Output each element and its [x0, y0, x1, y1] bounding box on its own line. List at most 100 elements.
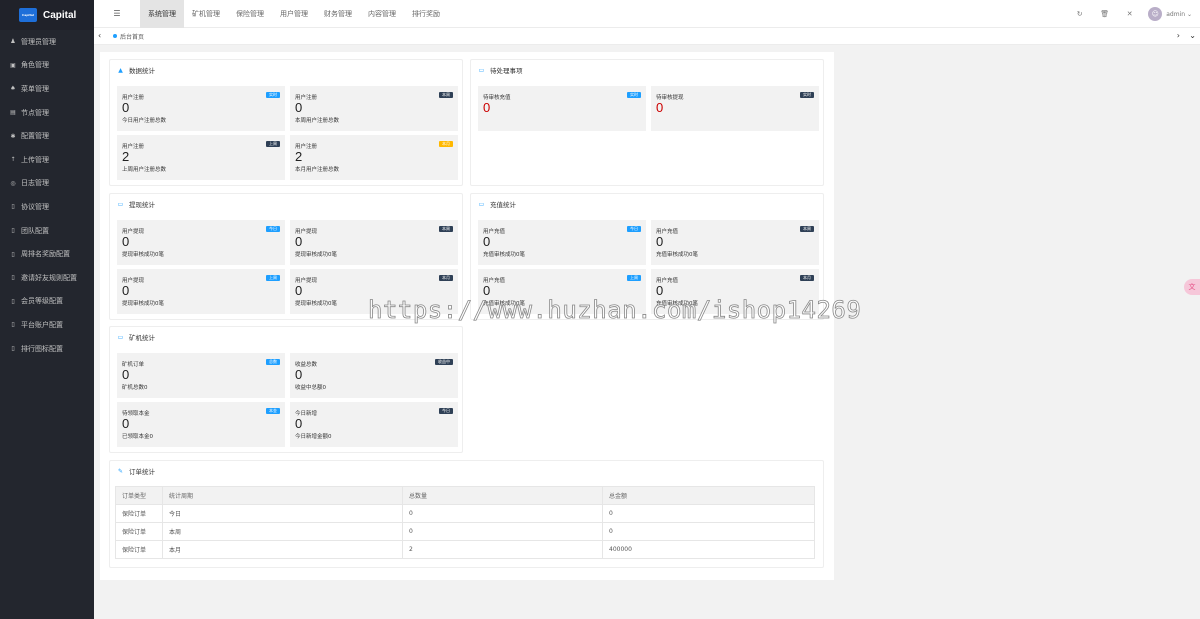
- stat-card: 用户提现 今日 0 提现审核成功0笔: [117, 220, 285, 265]
- chevron-down-icon[interactable]: ⌄: [1189, 31, 1196, 40]
- nav-tab[interactable]: 财务管理: [316, 0, 360, 28]
- stat-value: 0: [122, 234, 130, 249]
- status-badge: 本周: [800, 226, 814, 232]
- top-nav-tabs: 系统管理 矿机管理 保险管理 用户管理 财务管理 内容管理 排行奖励: [140, 0, 448, 28]
- table-cell: 0: [402, 522, 603, 541]
- stat-subtitle: 收益中总额0: [295, 385, 326, 391]
- status-badge: 今日: [627, 226, 641, 232]
- sidebar-item-label: 菜单管理: [21, 84, 49, 93]
- stat-value: 0: [656, 234, 664, 249]
- sidebar-item[interactable]: ◎ 日志管理: [0, 172, 94, 196]
- rank-image-icon: ▯: [11, 345, 15, 353]
- panel-header: ▭ 待处理事项: [471, 60, 823, 80]
- stat-value: 0: [122, 100, 130, 115]
- invite-icon: ▯: [11, 274, 15, 282]
- nav-tab[interactable]: 系统管理: [140, 0, 184, 28]
- stat-subtitle: 上周用户注册总数: [122, 167, 167, 173]
- status-badge: 总数: [266, 359, 280, 365]
- tab-home[interactable]: 后台首页: [113, 28, 144, 44]
- stat-value: 0: [295, 283, 303, 298]
- top-navigation: ☰ 系统管理 矿机管理 保险管理 用户管理 财务管理 内容管理 排行奖励 ↻ 🗑 ✕ ☺ adm…: [94, 0, 1200, 28]
- nav-tab[interactable]: 保险管理: [228, 0, 272, 28]
- table-cell: 0: [602, 504, 815, 523]
- sidebar-item-label: 配置管理: [21, 132, 49, 141]
- sidebar-item[interactable]: ▯ 协议管理: [0, 195, 94, 219]
- stat-card: 矿机订单 总数 0 矿机总数0: [117, 353, 285, 398]
- panel-title: 矿机统计: [129, 334, 155, 342]
- chevron-right-icon[interactable]: ›: [1177, 31, 1180, 40]
- card-icon: ▭: [117, 200, 124, 208]
- panel-title: 数据统计: [129, 67, 155, 75]
- team-icon: ▯: [11, 227, 15, 235]
- trash-icon[interactable]: 🗑: [1092, 10, 1117, 18]
- tab-home-label: 后台首页: [120, 33, 145, 41]
- status-badge: 实时: [800, 92, 814, 98]
- chevron-left-icon[interactable]: ‹: [98, 31, 101, 40]
- status-badge: 本月: [439, 141, 453, 147]
- doc-icon: ▯: [11, 203, 15, 211]
- sidebar-item[interactable]: ♟ 管理员管理: [0, 30, 94, 54]
- sidebar-item-label: 管理员管理: [21, 37, 56, 46]
- sidebar-item[interactable]: ♠ 菜单管理: [0, 77, 94, 101]
- sidebar-item-label: 上传管理: [21, 155, 49, 164]
- fullscreen-icon[interactable]: ✕: [1117, 10, 1142, 18]
- nav-tab[interactable]: 内容管理: [360, 0, 404, 28]
- stat-subtitle: 充值审核成功0笔: [483, 252, 525, 258]
- stat-subtitle: 本月用户注册总数: [295, 167, 340, 173]
- sidebar-item[interactable]: ▤ 节点管理: [0, 101, 94, 125]
- admin-user-menu[interactable]: admin ⌄: [1166, 11, 1192, 18]
- sidebar-item[interactable]: ▯ 排行图标配置: [0, 337, 94, 361]
- stat-subtitle: 本周用户注册总数: [295, 118, 340, 124]
- status-badge: 上周: [266, 275, 280, 281]
- logo[interactable]: Capital Capital: [0, 0, 94, 30]
- status-badge: 今日: [439, 408, 453, 414]
- panel-header: ✎ 订单统计: [110, 461, 823, 481]
- status-badge: 实时: [627, 92, 641, 98]
- status-badge: 上周: [627, 275, 641, 281]
- status-badge: 收益中: [435, 359, 453, 365]
- table-header-cell: 统计周期: [162, 486, 403, 505]
- stat-card: 待审核充值 实时 0: [478, 86, 646, 131]
- sidebar-item[interactable]: ▯ 邀请好友规则配置: [0, 266, 94, 290]
- table-cell: 本月: [162, 540, 403, 559]
- stat-card: 用户注册 上周 2 上周用户注册总数: [117, 135, 285, 180]
- refresh-icon[interactable]: ↻: [1067, 10, 1092, 18]
- table-row: 保险订单 本月 2 400000: [115, 540, 815, 559]
- menu-toggle-icon[interactable]: ☰: [94, 9, 140, 18]
- nav-tab[interactable]: 排行奖励: [404, 0, 448, 28]
- sidebar-item[interactable]: ▯ 会员等级配置: [0, 290, 94, 314]
- panel-todo: ▭ 待处理事项待审核充值 实时 0 待审核提现 实时 0: [470, 59, 824, 186]
- sidebar-item[interactable]: ↑ 上传管理: [0, 148, 94, 172]
- sidebar-item-label: 平台账户配置: [21, 320, 63, 329]
- node-icon: ▤: [10, 109, 16, 117]
- panel-title: 待处理事项: [490, 67, 523, 75]
- stat-card: 待审核提现 实时 0: [651, 86, 819, 131]
- status-badge: 本周: [439, 226, 453, 232]
- panel-data: ▲ 数据统计 用户注册 实时 0 今日用户注册总数 用户注册 本周 0 本周用户注册总数 用户注册上…: [109, 59, 463, 186]
- rank-icon: ▯: [11, 250, 15, 258]
- sidebar-item[interactable]: ✱ 配置管理: [0, 124, 94, 148]
- sidebar-item-label: 协议管理: [21, 202, 49, 211]
- stat-value: 0: [295, 100, 303, 115]
- admin-name: admin: [1166, 10, 1186, 18]
- table-cell: 今日: [162, 504, 403, 523]
- stat-subtitle: 提现审核成功0笔: [295, 252, 337, 258]
- sidebar-menu: ♟ 管理员管理 ▣ 角色管理 ♠ 菜单管理 ▤ 节点管理 ✱ 配置管理 ↑ 上传管理 ◎ 日志管理 ▯ 协议管…: [0, 30, 94, 360]
- stat-value: 0: [295, 234, 303, 249]
- table-cell: 2: [402, 540, 603, 559]
- translate-bubble-icon[interactable]: 文: [1184, 279, 1200, 295]
- table-cell: 保险订单: [115, 540, 163, 559]
- sidebar-item[interactable]: ▣ 角色管理: [0, 54, 94, 78]
- status-badge: 本月: [800, 275, 814, 281]
- panel-header: ▲ 数据统计: [110, 60, 462, 80]
- tab-bar: ‹ 后台首页 › ⌄: [94, 28, 1200, 45]
- sidebar-item[interactable]: ▯ 周排名奖励配置: [0, 242, 94, 266]
- sidebar-item-label: 日志管理: [21, 179, 49, 188]
- sidebar-item[interactable]: ▯ 团队配置: [0, 219, 94, 243]
- nav-tab[interactable]: 矿机管理: [184, 0, 228, 28]
- sidebar-item[interactable]: ▯ 平台账户配置: [0, 313, 94, 337]
- nav-tab[interactable]: 用户管理: [272, 0, 316, 28]
- avatar[interactable]: ☺: [1148, 7, 1163, 21]
- stat-subtitle: 今日新增金额0: [295, 434, 332, 440]
- status-badge: 实时: [266, 92, 280, 98]
